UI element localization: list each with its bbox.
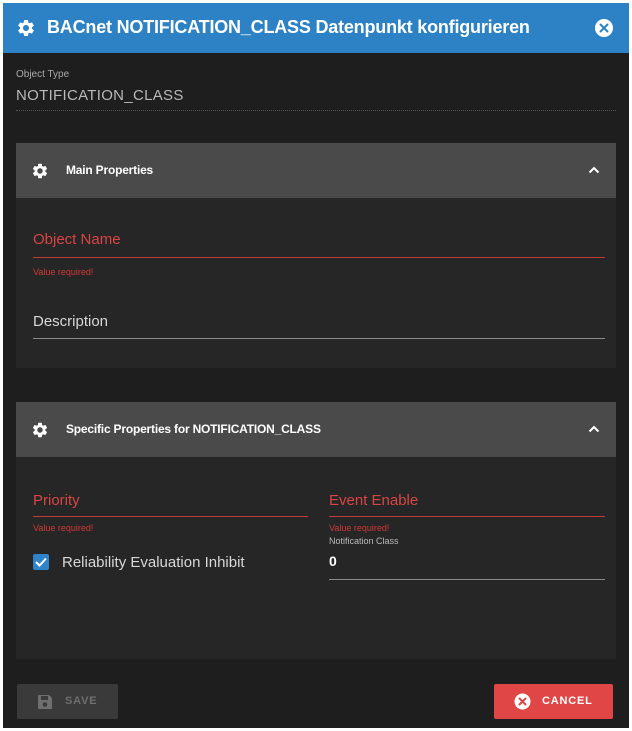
priority-field[interactable]: Priority xyxy=(33,492,308,522)
close-icon xyxy=(599,23,609,33)
main-properties-header[interactable]: Main Properties xyxy=(16,143,616,198)
cancel-button[interactable]: CANCEL xyxy=(494,684,613,719)
event-enable-underline xyxy=(329,516,605,517)
event-enable-placeholder: Event Enable xyxy=(329,492,419,509)
description-placeholder: Description xyxy=(33,313,109,330)
reliability-evaluation-inhibit-checkbox[interactable] xyxy=(33,554,49,570)
object-name-underline xyxy=(33,257,605,258)
notification-class-label: Notification Class xyxy=(329,536,399,546)
config-dialog: BACnet NOTIFICATION_CLASS Datenpunkt kon… xyxy=(3,3,629,728)
priority-error: Value required! xyxy=(33,523,94,533)
dialog-title: BACnet NOTIFICATION_CLASS Datenpunkt kon… xyxy=(47,17,530,37)
main-properties-panel: Main Properties Object Name Value requir… xyxy=(16,143,616,368)
object-name-error: Value required! xyxy=(33,267,94,277)
dialog-footer: SAVE CANCEL xyxy=(3,667,629,728)
description-field[interactable]: Description xyxy=(33,313,605,343)
object-type-value: NOTIFICATION_CLASS xyxy=(16,87,184,104)
cancel-icon xyxy=(514,693,531,710)
chevron-up-icon xyxy=(588,166,600,174)
event-enable-error: Value required! xyxy=(329,523,390,533)
save-button[interactable]: SAVE xyxy=(17,684,118,719)
specific-properties-title: Specific Properties for NOTIFICATION_CLA… xyxy=(66,422,321,436)
object-type-underline xyxy=(16,110,616,111)
specific-properties-header[interactable]: Specific Properties for NOTIFICATION_CLA… xyxy=(16,402,616,457)
notification-class-field[interactable]: 0 xyxy=(329,553,605,583)
gear-icon xyxy=(32,163,48,179)
reliability-evaluation-inhibit-label: Reliability Evaluation Inhibit xyxy=(62,554,245,571)
notification-class-value: 0 xyxy=(329,553,337,569)
gear-icon xyxy=(18,19,34,36)
save-button-label: SAVE xyxy=(65,695,98,707)
priority-placeholder: Priority xyxy=(33,492,80,509)
cancel-button-label: CANCEL xyxy=(542,695,593,707)
object-type-label: Object Type xyxy=(16,69,70,80)
specific-properties-panel: Specific Properties for NOTIFICATION_CLA… xyxy=(16,402,616,659)
description-underline xyxy=(33,338,605,339)
gear-icon xyxy=(32,422,48,438)
notification-class-underline xyxy=(329,579,605,580)
main-properties-title: Main Properties xyxy=(66,163,154,177)
priority-underline xyxy=(33,516,308,517)
checkmark-icon xyxy=(35,557,47,567)
event-enable-field[interactable]: Event Enable xyxy=(329,492,605,522)
close-button[interactable] xyxy=(595,19,613,37)
floppy-disk-icon xyxy=(38,695,52,709)
dialog-titlebar: BACnet NOTIFICATION_CLASS Datenpunkt kon… xyxy=(3,3,629,53)
object-name-placeholder: Object Name xyxy=(33,231,121,248)
object-name-field[interactable]: Object Name xyxy=(33,231,605,261)
chevron-up-icon xyxy=(588,425,600,433)
